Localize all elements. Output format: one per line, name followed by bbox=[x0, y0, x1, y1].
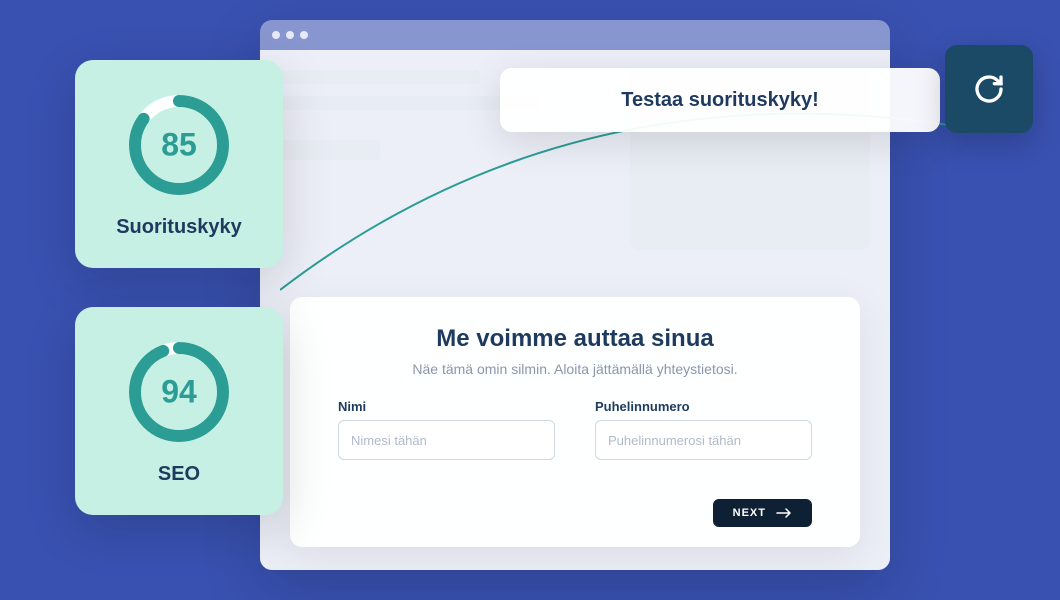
arrow-right-icon bbox=[776, 508, 792, 518]
next-button-label: NEXT bbox=[733, 507, 766, 519]
window-dot bbox=[272, 31, 280, 39]
skeleton-line bbox=[280, 140, 380, 160]
phone-label: Puhelinnumero bbox=[595, 399, 812, 414]
name-field-group: Nimi bbox=[338, 399, 555, 460]
window-dot bbox=[300, 31, 308, 39]
seo-score-card: 94 SEO bbox=[75, 307, 283, 515]
contact-form-card: Me voimme auttaa sinua Näe tämä omin sil… bbox=[290, 297, 860, 547]
banner-text: Testaa suorituskyky! bbox=[621, 89, 819, 112]
seo-ring: 94 bbox=[124, 337, 234, 447]
seo-score-value: 94 bbox=[161, 373, 197, 410]
performance-score-value: 85 bbox=[161, 126, 197, 163]
refresh-button[interactable] bbox=[945, 45, 1033, 133]
window-dot bbox=[286, 31, 294, 39]
performance-score-card: 85 Suorituskyky bbox=[75, 60, 283, 268]
seo-score-label: SEO bbox=[158, 463, 200, 486]
form-row: Nimi Puhelinnumero bbox=[338, 399, 812, 460]
next-button[interactable]: NEXT bbox=[713, 499, 812, 527]
form-title: Me voimme auttaa sinua bbox=[338, 325, 812, 353]
skeleton-line bbox=[280, 70, 480, 84]
browser-header bbox=[260, 20, 890, 50]
phone-field-group: Puhelinnumero bbox=[595, 399, 812, 460]
phone-input[interactable] bbox=[595, 420, 812, 460]
name-input[interactable] bbox=[338, 420, 555, 460]
form-subtitle: Näe tämä omin silmin. Aloita jättämällä … bbox=[338, 361, 812, 377]
refresh-icon bbox=[973, 73, 1005, 105]
performance-score-label: Suorituskyky bbox=[116, 216, 242, 239]
performance-ring: 85 bbox=[124, 90, 234, 200]
name-label: Nimi bbox=[338, 399, 555, 414]
test-banner: Testaa suorituskyky! bbox=[500, 68, 940, 132]
